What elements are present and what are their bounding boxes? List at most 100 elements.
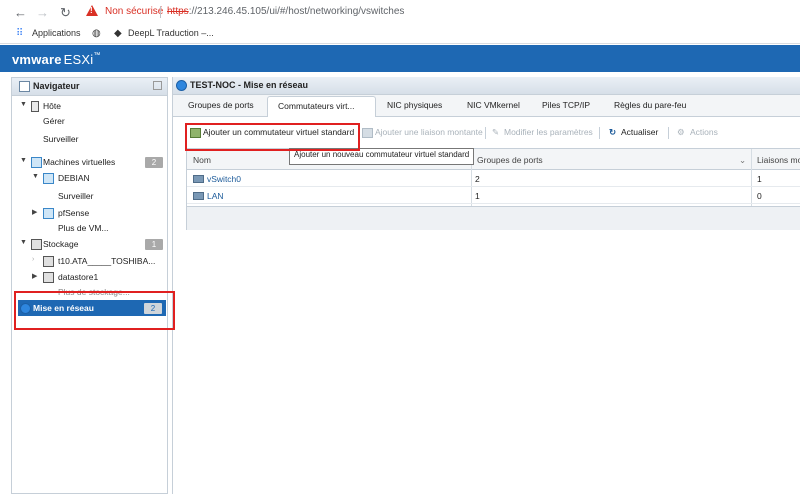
highlight-box bbox=[14, 291, 175, 330]
expand-arrow-icon[interactable]: ▼ bbox=[20, 239, 27, 246]
toolbar-separator bbox=[599, 127, 600, 139]
host-icon bbox=[31, 101, 39, 112]
tab-firewall-rules[interactable]: Règles du pare-feu bbox=[614, 100, 686, 110]
table-footer bbox=[187, 206, 800, 230]
nav-item-debian[interactable]: ▼ DEBIAN bbox=[12, 170, 167, 186]
esxi-header: vmware ESXi™ bbox=[0, 45, 800, 72]
nav-item-debian-monitor[interactable]: Surveiller bbox=[12, 188, 167, 204]
nav-item-manage[interactable]: Gérer bbox=[12, 113, 167, 129]
column-header-name[interactable]: Nom bbox=[193, 155, 211, 165]
navigator-icon bbox=[19, 81, 30, 92]
url-path: ://213.246.45.105/ui/#/host/networking/v… bbox=[188, 6, 405, 17]
expand-arrow-icon[interactable]: ▼ bbox=[32, 173, 39, 180]
expand-arrow-icon[interactable]: ▶ bbox=[32, 208, 37, 216]
url-protocol: https bbox=[167, 6, 189, 17]
tab-bar: Groupes de ports Commutateurs virt... NI… bbox=[173, 95, 800, 117]
nav-label: t10.ATA_____TOSHIBA... bbox=[58, 256, 156, 266]
vswitch-name-link[interactable]: LAN bbox=[207, 191, 224, 201]
vswitch-table: Nom Groupes de ports ⌄ Liaisons mo vSwit… bbox=[186, 148, 800, 230]
refresh-icon: ↻ bbox=[609, 127, 617, 137]
vmware-esxi-logo: vmware ESXi™ bbox=[12, 52, 101, 67]
nav-label: Surveiller bbox=[58, 191, 94, 201]
count-badge: 1 bbox=[145, 239, 163, 250]
nav-item-pfsense[interactable]: ▶ pfSense bbox=[12, 205, 167, 221]
datastore-icon bbox=[43, 272, 54, 283]
vswitch-icon bbox=[193, 175, 204, 183]
nav-item-monitor[interactable]: Surveiller bbox=[12, 131, 167, 147]
forward-icon[interactable]: → bbox=[36, 6, 49, 20]
nav-item-vms[interactable]: ▼ Machines virtuelles 2 bbox=[12, 154, 167, 170]
nav-label: datastore1 bbox=[58, 272, 99, 282]
bookmarks-bar: ⠿ Applications ◍ ◆ DeepL Traduction –... bbox=[0, 25, 800, 43]
nav-label: Hôte bbox=[43, 101, 61, 111]
world-icon[interactable]: ◍ bbox=[92, 28, 101, 39]
reload-icon[interactable]: ↻ bbox=[60, 6, 71, 20]
expand-arrow-icon[interactable]: ▶ bbox=[32, 272, 37, 280]
tab-tcpip-stacks[interactable]: Piles TCP/IP bbox=[542, 100, 590, 110]
tab-label: Commutateurs virt... bbox=[278, 101, 355, 111]
tab-vmkernel-nics[interactable]: NIC VMkernel bbox=[467, 100, 520, 110]
toolbar-separator bbox=[668, 127, 669, 139]
column-header-uplinks[interactable]: Liaisons mo bbox=[757, 155, 800, 165]
expand-arrow-icon[interactable]: › bbox=[32, 256, 34, 263]
nav-item-datastore1[interactable]: ▶ datastore1 bbox=[12, 269, 167, 285]
edit-settings-button[interactable]: Modifier les paramètres bbox=[504, 127, 593, 137]
main-header: TEST-NOC - Mise en réseau bbox=[173, 77, 800, 95]
add-uplink-icon bbox=[362, 128, 373, 138]
vm-icon bbox=[43, 208, 54, 219]
bookmark-applications[interactable]: Applications bbox=[32, 28, 81, 38]
address-separator bbox=[160, 6, 161, 18]
nav-item-storage[interactable]: ▼ Stockage 1 bbox=[12, 236, 167, 252]
tab-physical-nics[interactable]: NIC physiques bbox=[387, 100, 442, 110]
back-icon[interactable]: ← bbox=[14, 6, 27, 20]
uplink-count: 0 bbox=[757, 191, 762, 201]
tab-vswitches[interactable]: Commutateurs virt... bbox=[267, 96, 376, 117]
disk-icon bbox=[43, 256, 54, 267]
warning-icon bbox=[86, 5, 98, 16]
security-status: Non sécurisé bbox=[105, 6, 164, 17]
nav-label: Machines virtuelles bbox=[43, 157, 116, 167]
actions-button[interactable]: Actions bbox=[690, 127, 718, 137]
navigator-panel: Navigateur ▼ Hôte Gérer Surveiller ▼ Mac… bbox=[11, 77, 168, 494]
vswitch-name-link[interactable]: vSwitch0 bbox=[207, 174, 241, 184]
column-header-port-groups[interactable]: Groupes de ports bbox=[477, 155, 543, 165]
nav-item-more-vms[interactable]: Plus de VM... bbox=[12, 220, 167, 236]
highlight-box bbox=[185, 123, 360, 151]
expand-arrow-icon[interactable]: ▼ bbox=[20, 101, 27, 108]
vm-icon bbox=[31, 157, 42, 168]
address-bar[interactable]: Non sécurisé https://213.246.45.105/ui/#… bbox=[80, 4, 796, 22]
pencil-icon: ✎ bbox=[492, 127, 500, 137]
table-row[interactable]: LAN 1 0 bbox=[187, 187, 800, 204]
page-title: TEST-NOC - Mise en réseau bbox=[190, 80, 309, 90]
table-row[interactable]: vSwitch0 2 1 bbox=[187, 170, 800, 187]
refresh-button[interactable]: Actualiser bbox=[621, 127, 658, 137]
count-badge: 2 bbox=[145, 157, 163, 168]
port-group-count: 2 bbox=[475, 174, 480, 184]
deepl-icon[interactable]: ◆ bbox=[114, 28, 122, 39]
storage-icon bbox=[31, 239, 42, 250]
tab-port-groups[interactable]: Groupes de ports bbox=[188, 100, 254, 110]
add-uplink-button[interactable]: Ajouter une liaison montante bbox=[375, 127, 483, 137]
vm-icon bbox=[43, 173, 54, 184]
nav-label: pfSense bbox=[58, 208, 90, 218]
nav-item-host[interactable]: ▼ Hôte bbox=[12, 98, 167, 114]
bookmark-deepl[interactable]: DeepL Traduction –... bbox=[128, 28, 214, 38]
url-text[interactable]: https://213.246.45.105/ui/#/host/network… bbox=[167, 6, 404, 17]
uplink-count: 1 bbox=[757, 174, 762, 184]
nav-label: Surveiller bbox=[43, 134, 79, 144]
nav-label: Plus de VM... bbox=[58, 223, 109, 233]
nav-label: DEBIAN bbox=[58, 173, 90, 183]
nav-label: Stockage bbox=[43, 239, 79, 249]
nav-item-disk[interactable]: › t10.ATA_____TOSHIBA... bbox=[12, 253, 167, 269]
gear-icon: ⚙ bbox=[677, 127, 685, 137]
navigator-header: Navigateur bbox=[12, 78, 167, 96]
vswitch-icon bbox=[193, 192, 204, 200]
browser-chrome: ← → ↻ Non sécurisé https://213.246.45.10… bbox=[0, 0, 800, 44]
network-icon bbox=[176, 80, 187, 91]
table-header: Nom Groupes de ports ⌄ Liaisons mo bbox=[187, 149, 800, 170]
apps-grid-icon[interactable]: ⠿ bbox=[16, 28, 23, 39]
expand-arrow-icon[interactable]: ▼ bbox=[20, 157, 27, 164]
nav-label: Gérer bbox=[43, 116, 65, 126]
column-menu-chevron-icon[interactable]: ⌄ bbox=[739, 155, 746, 166]
collapse-icon[interactable] bbox=[153, 81, 162, 90]
